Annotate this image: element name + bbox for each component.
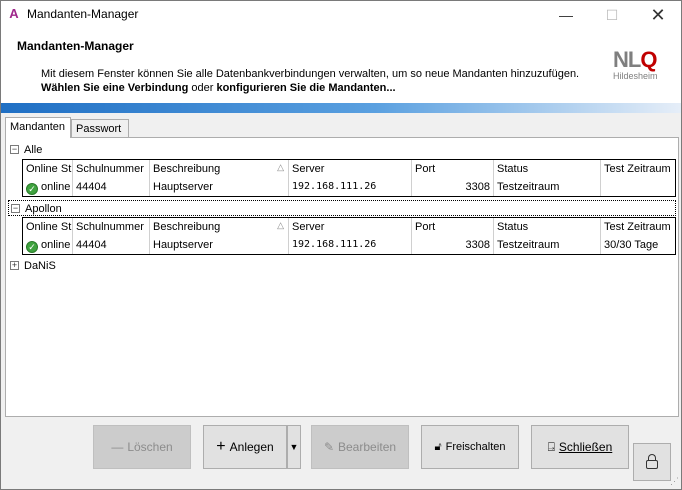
close-window-button[interactable]: ✕ [635, 1, 681, 29]
header-instruction: Wählen Sie eine Verbindung oder konfigur… [41, 82, 396, 94]
column-header-status[interactable]: Status [494, 218, 601, 236]
mandanten-panel: − Alle Online St Schulnummer Beschreibun… [5, 137, 679, 417]
group-label: Alle [24, 144, 43, 156]
mandanten-manager-window: A Mandanten-Manager — ☐ ✕ Mandanten-Mana… [0, 0, 682, 490]
grid-header: Online St Schulnummer Beschreibung △ Serv… [23, 218, 675, 236]
accent-bar [1, 103, 681, 113]
lock-button[interactable] [633, 443, 671, 481]
column-header-beschreibung[interactable]: Beschreibung △ [150, 160, 289, 178]
sort-ascending-icon: △ [277, 162, 284, 172]
title-bar[interactable]: A Mandanten-Manager — ☐ ✕ [1, 1, 681, 29]
sort-ascending-icon: △ [277, 220, 284, 230]
resize-grip-icon[interactable]: ⋰ [670, 476, 679, 487]
column-header-port[interactable]: Port [412, 160, 494, 178]
unlock-icon: 🔓︎ [434, 441, 442, 453]
grid-apollon: Online St Schulnummer Beschreibung △ Serv… [22, 217, 676, 255]
column-header-schulnummer[interactable]: Schulnummer [73, 160, 150, 178]
cell-test-zeitraum: 30/30 Tage [604, 239, 659, 251]
cell-test-zeitraum [601, 178, 677, 196]
minus-icon: — [111, 440, 124, 454]
anlegen-button[interactable]: + Anlegen [203, 425, 287, 469]
lock-icon [646, 454, 658, 469]
expand-icon[interactable]: + [10, 261, 19, 270]
group-label: DaNiS [24, 260, 56, 272]
cell-status: Testzeitraum [494, 236, 601, 254]
column-header-schulnummer[interactable]: Schulnummer [73, 218, 150, 236]
cell-schulnummer: 44404 [73, 178, 150, 196]
column-header-test-zeitraum[interactable]: Test Zeitraum [601, 218, 677, 236]
logo-text: NL [613, 47, 641, 72]
bearbeiten-button[interactable]: ✎ Bearbeiten [311, 425, 409, 469]
window-title: Mandanten-Manager [27, 7, 139, 21]
column-header-online[interactable]: Online St [23, 218, 73, 236]
tab-mandanten[interactable]: Mandanten [5, 117, 71, 138]
header-panel: Mandanten-Manager Mit diesem Fenster kön… [1, 29, 681, 103]
logo-accent: Q [640, 47, 657, 72]
header-description: Mit diesem Fenster können Sie alle Daten… [41, 68, 580, 80]
column-header-server[interactable]: Server [289, 160, 412, 178]
collapse-icon[interactable]: − [11, 204, 20, 213]
table-row[interactable]: ✓ online 44404 Hauptserver 192.168.111.26… [23, 236, 675, 254]
nlq-logo: NLQ Hildesheim [613, 47, 673, 82]
column-header-test-zeitraum[interactable]: Test Zeitraum [601, 160, 677, 178]
check-circle-icon: ✓ [26, 183, 38, 195]
cell-port: 3308 [412, 178, 494, 196]
app-icon: A [9, 6, 19, 21]
cell-online: ✓ online [23, 178, 73, 196]
group-row-danis[interactable]: + DaNiS [8, 258, 676, 274]
schliessen-button[interactable]: ⍈ Schließen [531, 425, 629, 469]
group-label: Apollon [25, 203, 62, 215]
table-row[interactable]: ✓ online 44404 Hauptserver 192.168.111.26… [23, 178, 675, 196]
group-row-alle[interactable]: − Alle [8, 142, 676, 158]
cell-beschreibung: Hauptserver [150, 236, 289, 254]
instruction-configure: konfigurieren Sie die Mandanten... [216, 82, 396, 94]
cell-beschreibung: Hauptserver [150, 178, 289, 196]
plus-icon: + [216, 438, 226, 455]
column-header-status[interactable]: Status [494, 160, 601, 178]
chevron-down-icon: ▼ [289, 442, 299, 452]
door-exit-icon: ⍈ [547, 440, 555, 454]
loeschen-button[interactable]: — Löschen [93, 425, 191, 469]
column-header-online[interactable]: Online St [23, 160, 73, 178]
column-header-port[interactable]: Port [412, 218, 494, 236]
collapse-icon[interactable]: − [10, 145, 19, 154]
cell-port: 3308 [412, 236, 494, 254]
edit-icon: ✎ [323, 440, 334, 454]
cell-server: 192.168.111.26 [289, 236, 412, 254]
instruction-select: Wählen Sie eine Verbindung [41, 82, 189, 94]
check-circle-icon: ✓ [26, 241, 38, 253]
column-header-beschreibung[interactable]: Beschreibung △ [150, 218, 289, 236]
cell-status: Testzeitraum [494, 178, 601, 196]
instruction-or: oder [191, 82, 214, 94]
cell-server: 192.168.111.26 [289, 178, 412, 196]
group-row-apollon[interactable]: − Apollon [8, 200, 676, 216]
header-title: Mandanten-Manager [17, 39, 134, 53]
maximize-button[interactable]: ☐ [589, 1, 635, 29]
minimize-button[interactable]: — [543, 1, 589, 29]
cell-online: ✓ online [23, 236, 73, 254]
grid-header: Online St Schulnummer Beschreibung △ Serv… [23, 160, 675, 178]
grid-alle: Online St Schulnummer Beschreibung △ Serv… [22, 159, 676, 197]
anlegen-dropdown-button[interactable]: ▼ [287, 425, 301, 469]
column-header-server[interactable]: Server [289, 218, 412, 236]
tab-passwort[interactable]: Passwort [71, 119, 129, 137]
cell-schulnummer: 44404 [73, 236, 150, 254]
freischalten-button[interactable]: 🔓︎ Freischalten [421, 425, 519, 469]
logo-subtitle: Hildesheim [613, 71, 658, 81]
